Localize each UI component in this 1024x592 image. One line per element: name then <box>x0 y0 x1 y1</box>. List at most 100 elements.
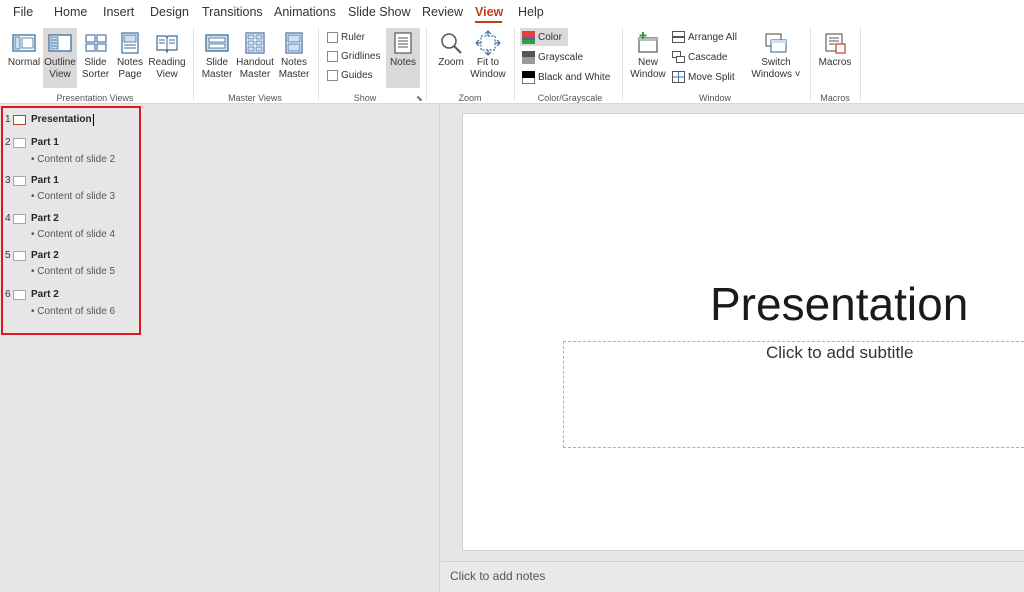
tab-slide-show[interactable]: Slide Show <box>348 5 411 19</box>
arrange-all-button[interactable]: Arrange All <box>670 28 739 46</box>
tab-home[interactable]: Home <box>54 5 87 19</box>
presentation-views-group-label: Presentation Views <box>56 93 134 103</box>
tab-transitions[interactable]: Transitions <box>202 5 263 19</box>
new-window-label-1: New <box>637 57 658 68</box>
macros-label: Macros <box>818 57 852 68</box>
show-group-label: Show <box>353 93 377 103</box>
macros-button[interactable]: Macros <box>816 28 854 88</box>
grayscale-button[interactable]: Grayscale <box>520 48 585 66</box>
outline-view-label-1: Outline <box>44 57 76 68</box>
zoom-button[interactable]: Zoom <box>434 28 468 88</box>
guides-label: Guides <box>341 69 373 81</box>
tab-design[interactable]: Design <box>150 5 189 19</box>
handout-master-label-1: Handout <box>236 57 274 68</box>
ribbon: Normal Outline View Slide Sorter Notes P… <box>0 26 1024 104</box>
arrange-all-label: Arrange All <box>688 31 737 43</box>
move-split-label: Move Split <box>688 71 735 83</box>
magnifier-icon <box>441 33 462 54</box>
new-window-icon <box>638 32 658 53</box>
notes-page-button[interactable]: Notes Page <box>114 28 146 88</box>
master-views-group-label: Master Views <box>228 93 282 103</box>
tab-insert[interactable]: Insert <box>103 5 134 19</box>
black-and-white-button[interactable]: Black and White <box>520 68 612 86</box>
color-grayscale-group-label: Color/Grayscale <box>537 93 603 103</box>
normal-view-icon <box>12 34 36 52</box>
macros-group-label: Macros <box>820 93 850 103</box>
notes-placeholder[interactable]: Click to add notes <box>450 569 545 583</box>
group-separator <box>426 28 427 100</box>
group-separator <box>810 28 811 100</box>
color-swatch-icon <box>522 30 535 44</box>
ruler-checkbox[interactable]: Ruler <box>325 28 367 46</box>
switch-windows-icon <box>765 33 787 53</box>
reading-view-label-2: View <box>156 69 178 80</box>
normal-view-button[interactable]: Normal <box>6 28 42 88</box>
slide-sorter-label-1: Slide <box>84 57 107 68</box>
ruler-check-box[interactable] <box>327 31 338 43</box>
outline-view-icon <box>48 34 72 52</box>
tab-view[interactable]: View <box>475 5 503 19</box>
slide-sorter-label-2: Sorter <box>81 69 110 80</box>
ruler-label: Ruler <box>341 31 365 43</box>
notes-page-label-2: Page <box>118 69 142 80</box>
gridlines-checkbox[interactable]: Gridlines <box>325 47 382 65</box>
slide-master-label-1: Slide <box>205 57 229 68</box>
slide-master-button[interactable]: Slide Master <box>200 28 234 88</box>
reading-view-button[interactable]: Reading View <box>147 28 187 88</box>
slide-canvas[interactable] <box>462 113 1024 551</box>
black-and-white-label: Black and White <box>538 71 611 83</box>
slide-sorter-button[interactable]: Slide Sorter <box>79 28 112 88</box>
new-window-label-2: Window <box>630 69 666 80</box>
window-group-label: Window <box>698 93 731 103</box>
arrange-all-icon <box>672 31 685 43</box>
notes-button[interactable]: Notes <box>386 28 420 88</box>
handout-master-button[interactable]: Handout Master <box>235 28 275 88</box>
gridlines-check-box[interactable] <box>327 50 338 62</box>
gridlines-label: Gridlines <box>341 50 381 62</box>
switch-windows-button[interactable]: Switch Windows ˅ <box>750 28 802 88</box>
cascade-label: Cascade <box>688 51 728 63</box>
notes-master-label-2: Master <box>278 69 310 80</box>
group-separator <box>318 28 319 100</box>
tab-review[interactable]: Review <box>422 5 463 19</box>
move-split-icon <box>672 71 685 83</box>
color-button[interactable]: Color <box>520 28 568 46</box>
zoom-label: Zoom <box>438 57 464 68</box>
cascade-icon <box>672 51 685 63</box>
tab-animations[interactable]: Animations <box>274 5 336 19</box>
slide-master-icon <box>205 34 229 52</box>
guides-check-box[interactable] <box>327 69 338 81</box>
active-tab-underline <box>475 21 502 23</box>
fit-to-window-button[interactable]: Fit to Window <box>468 28 508 88</box>
grayscale-label: Grayscale <box>538 51 584 63</box>
switch-windows-label-2: Windows ˅ <box>751 69 801 80</box>
outline-view-label-2: View <box>49 69 71 80</box>
highlight-annotation-box <box>1 106 141 335</box>
reading-view-icon <box>156 35 178 54</box>
slide-title[interactable]: Presentation <box>710 277 968 331</box>
zoom-group-label: Zoom <box>458 93 482 103</box>
cascade-button[interactable]: Cascade <box>670 48 729 66</box>
tab-help[interactable]: Help <box>518 5 544 19</box>
move-split-button[interactable]: Move Split <box>670 68 737 86</box>
new-window-button[interactable]: New Window <box>628 28 668 88</box>
grayscale-swatch-icon <box>522 50 535 64</box>
group-separator <box>622 28 623 100</box>
notes-master-button[interactable]: Notes Master <box>277 28 311 88</box>
notes-icon <box>394 32 412 54</box>
handout-master-label-2: Master <box>239 69 271 80</box>
fit-to-window-icon <box>475 30 501 56</box>
show-dialog-launcher-icon[interactable]: ⬊ <box>416 94 423 103</box>
tab-file[interactable]: File <box>13 5 33 19</box>
macros-icon <box>825 33 846 54</box>
outline-view-button[interactable]: Outline View <box>43 28 77 88</box>
notes-label: Notes <box>389 57 417 68</box>
group-separator <box>514 28 515 100</box>
subtitle-placeholder-text[interactable]: Click to add subtitle <box>766 343 913 363</box>
guides-checkbox[interactable]: Guides <box>325 66 375 84</box>
color-label: Color <box>538 31 562 43</box>
group-separator <box>193 28 194 100</box>
slide-master-label-2: Master <box>201 69 233 80</box>
black-white-swatch-icon <box>522 70 535 84</box>
fit-to-window-label-2: Window <box>470 69 506 80</box>
